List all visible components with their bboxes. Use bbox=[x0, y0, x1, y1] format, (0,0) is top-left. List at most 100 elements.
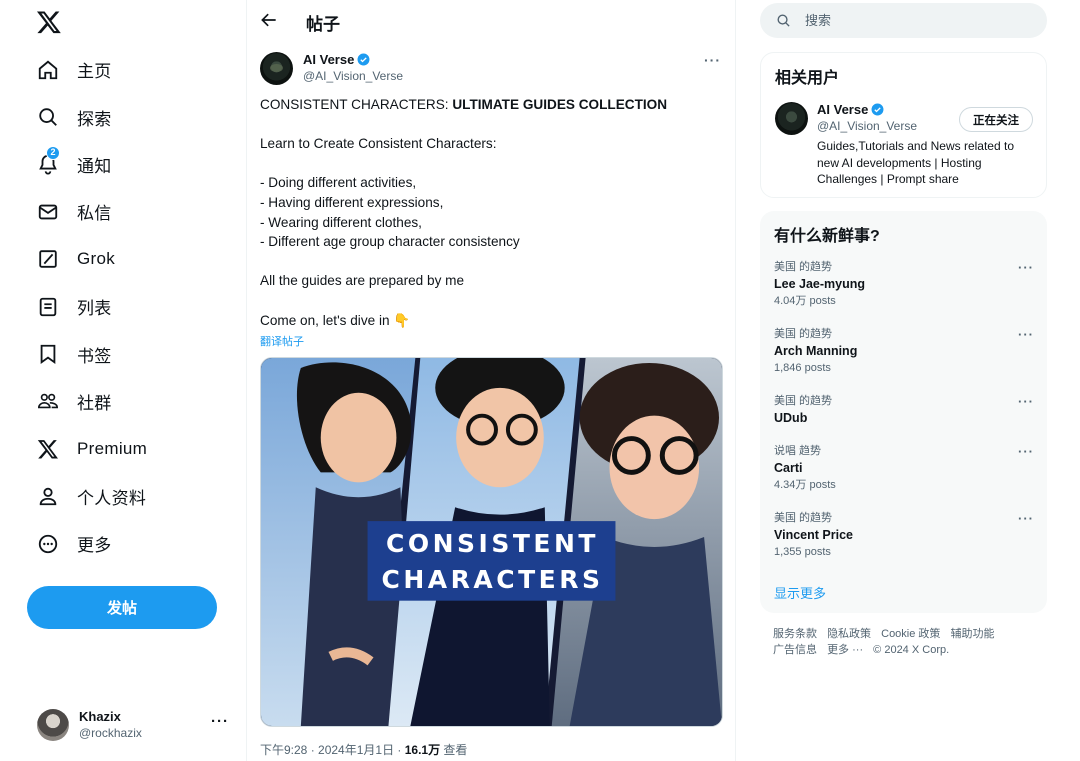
related-users-title: 相关用户 bbox=[775, 70, 840, 87]
show-more-link[interactable]: 显示更多 bbox=[774, 583, 826, 602]
nav-label-notifications: 通知 bbox=[77, 156, 112, 176]
x-logo-icon[interactable] bbox=[36, 9, 62, 35]
communities-icon bbox=[36, 389, 60, 413]
post-line: - Doing different activities, bbox=[260, 175, 417, 191]
author-handle[interactable]: @AI_Vision_Verse bbox=[303, 68, 403, 85]
main-column: 帖子 AI Verse @AI_Vision_Verse ··· CONSIST… bbox=[246, 0, 736, 761]
author-name-row[interactable]: AI Verse bbox=[303, 51, 403, 68]
more-icon[interactable]: ··· bbox=[1018, 393, 1034, 410]
post-line: CONSISTENT CHARACTERS: ULTIMATE GUIDES C… bbox=[260, 95, 730, 115]
nav-label-communities: 社群 bbox=[77, 393, 112, 413]
search-icon bbox=[36, 105, 60, 129]
nav-premium[interactable]: Premium bbox=[24, 425, 147, 472]
account-info: Khazix @rockhazix bbox=[79, 708, 142, 742]
account-handle: @rockhazix bbox=[79, 726, 142, 740]
bell-icon: 2 bbox=[36, 146, 60, 176]
primary-nav: 主页 探索 2 通知 私信 Grok 列表 书签 社群 Premium 个人资料… bbox=[24, 46, 147, 567]
search-input[interactable] bbox=[805, 13, 1025, 28]
nav-label-profile: 个人资料 bbox=[77, 488, 147, 508]
post-line: - Wearing different clothes, bbox=[260, 214, 422, 230]
trend-context: 美国 的趋势 bbox=[774, 395, 833, 407]
footer-link[interactable]: 广告信息 bbox=[773, 644, 817, 656]
more-icon[interactable]: ··· bbox=[704, 52, 721, 68]
related-users-card: 相关用户 AI Verse @AI_Vision_Verse Guides,Tu… bbox=[760, 52, 1047, 198]
footer-link[interactable]: 服务条款 bbox=[773, 628, 817, 640]
search-bar[interactable] bbox=[760, 3, 1047, 38]
trend-item[interactable]: 美国 的趋势 Arch Manning 1,846 posts ··· bbox=[774, 326, 1036, 377]
verified-badge-icon bbox=[357, 53, 370, 66]
more-icon[interactable]: ··· bbox=[1018, 443, 1034, 460]
page-title: 帖子 bbox=[306, 15, 340, 34]
trend-count: 1,846 posts bbox=[774, 362, 831, 374]
nav-label-messages: 私信 bbox=[77, 204, 112, 224]
media-caption: CONSISTENT CHARACTERS bbox=[368, 522, 617, 602]
account-switcher[interactable]: Khazix @rockhazix ··· bbox=[37, 705, 233, 745]
nav-communities[interactable]: 社群 bbox=[24, 378, 147, 425]
author-avatar[interactable] bbox=[260, 51, 293, 85]
related-user-name: AI Verse bbox=[817, 102, 869, 117]
more-icon[interactable]: ··· bbox=[1018, 326, 1034, 343]
more-icon[interactable]: ··· bbox=[1018, 259, 1034, 276]
more-icon[interactable]: ··· bbox=[1018, 510, 1034, 527]
home-icon bbox=[36, 58, 60, 82]
post-image[interactable]: CONSISTENT CHARACTERS bbox=[260, 357, 723, 727]
trend-context: 美国 的趋势 bbox=[774, 512, 833, 524]
search-icon bbox=[777, 14, 790, 27]
trend-count: 4.04万 posts bbox=[774, 295, 836, 307]
post-line: Come on, let's dive in 👇 bbox=[260, 312, 411, 328]
nav-bookmarks[interactable]: 书签 bbox=[24, 330, 147, 377]
nav-more[interactable]: 更多 bbox=[24, 520, 147, 567]
post-text: CONSISTENT CHARACTERS: ULTIMATE GUIDES C… bbox=[260, 95, 730, 330]
trend-name: Lee Jae-myung bbox=[774, 277, 866, 291]
trend-name: UDub bbox=[774, 411, 808, 425]
nav-notifications[interactable]: 2 通知 bbox=[24, 141, 147, 188]
footer-link[interactable]: Cookie 政策 bbox=[881, 628, 940, 640]
nav-label-explore: 探索 bbox=[77, 109, 112, 129]
media-caption-line2: CHARACTERS bbox=[381, 565, 604, 594]
post-time[interactable]: 下午9:28 · 2024年1月1日 · bbox=[260, 743, 405, 757]
left-sidebar: 主页 探索 2 通知 私信 Grok 列表 书签 社群 Premium 个人资料… bbox=[0, 0, 246, 761]
footer-link[interactable]: 隐私政策 bbox=[827, 628, 871, 640]
trend-item[interactable]: 美国 的趋势 Vincent Price 1,355 posts ··· bbox=[774, 510, 1036, 561]
avatar bbox=[37, 709, 69, 741]
main-header: 帖子 bbox=[247, 0, 735, 40]
mail-icon bbox=[36, 200, 60, 224]
trend-name: Vincent Price bbox=[774, 528, 853, 542]
following-button[interactable]: 正在关注 bbox=[959, 107, 1033, 132]
footer-link[interactable]: 辅助功能 bbox=[950, 628, 994, 640]
trend-item[interactable]: 美国 的趋势 Lee Jae-myung 4.04万 posts ··· bbox=[774, 259, 1036, 310]
trend-context: 说唱 趋势 bbox=[774, 445, 822, 457]
footer-link[interactable]: 更多 ··· bbox=[827, 644, 863, 656]
trend-count: 1,355 posts bbox=[774, 546, 831, 558]
bookmark-icon bbox=[36, 342, 60, 366]
post-line: Learn to Create Consistent Characters: bbox=[260, 136, 497, 152]
post-author[interactable]: AI Verse @AI_Vision_Verse bbox=[260, 51, 403, 85]
nav-label-premium: Premium bbox=[77, 438, 148, 458]
nav-profile[interactable]: 个人资料 bbox=[24, 473, 147, 520]
trend-item[interactable]: 说唱 趋势 Carti 4.34万 posts ··· bbox=[774, 443, 1036, 494]
avatar[interactable] bbox=[775, 102, 808, 135]
post-button[interactable]: 发帖 bbox=[27, 586, 217, 629]
translate-link[interactable]: 翻译帖子 bbox=[260, 333, 304, 349]
trend-name: Arch Manning bbox=[774, 344, 858, 358]
more-circle-icon bbox=[36, 532, 60, 556]
trend-item[interactable]: 美国 的趋势 UDub ··· bbox=[774, 393, 1036, 427]
grok-icon bbox=[36, 247, 60, 271]
view-count: 16.1万 bbox=[404, 743, 441, 757]
more-icon[interactable]: ··· bbox=[211, 713, 229, 730]
back-arrow-icon[interactable] bbox=[259, 10, 279, 30]
nav-grok[interactable]: Grok bbox=[24, 236, 147, 283]
nav-lists[interactable]: 列表 bbox=[24, 283, 147, 330]
nav-explore[interactable]: 探索 bbox=[24, 93, 147, 140]
nav-home[interactable]: 主页 bbox=[24, 46, 147, 93]
trend-name: Carti bbox=[774, 461, 803, 475]
copyright: © 2024 X Corp. bbox=[873, 644, 950, 656]
nav-messages[interactable]: 私信 bbox=[24, 188, 147, 235]
post-line: - Having different expressions, bbox=[260, 194, 444, 210]
trend-context: 美国 的趋势 bbox=[774, 261, 833, 273]
account-name: Khazix bbox=[79, 709, 121, 724]
nav-label-home: 主页 bbox=[77, 62, 112, 82]
